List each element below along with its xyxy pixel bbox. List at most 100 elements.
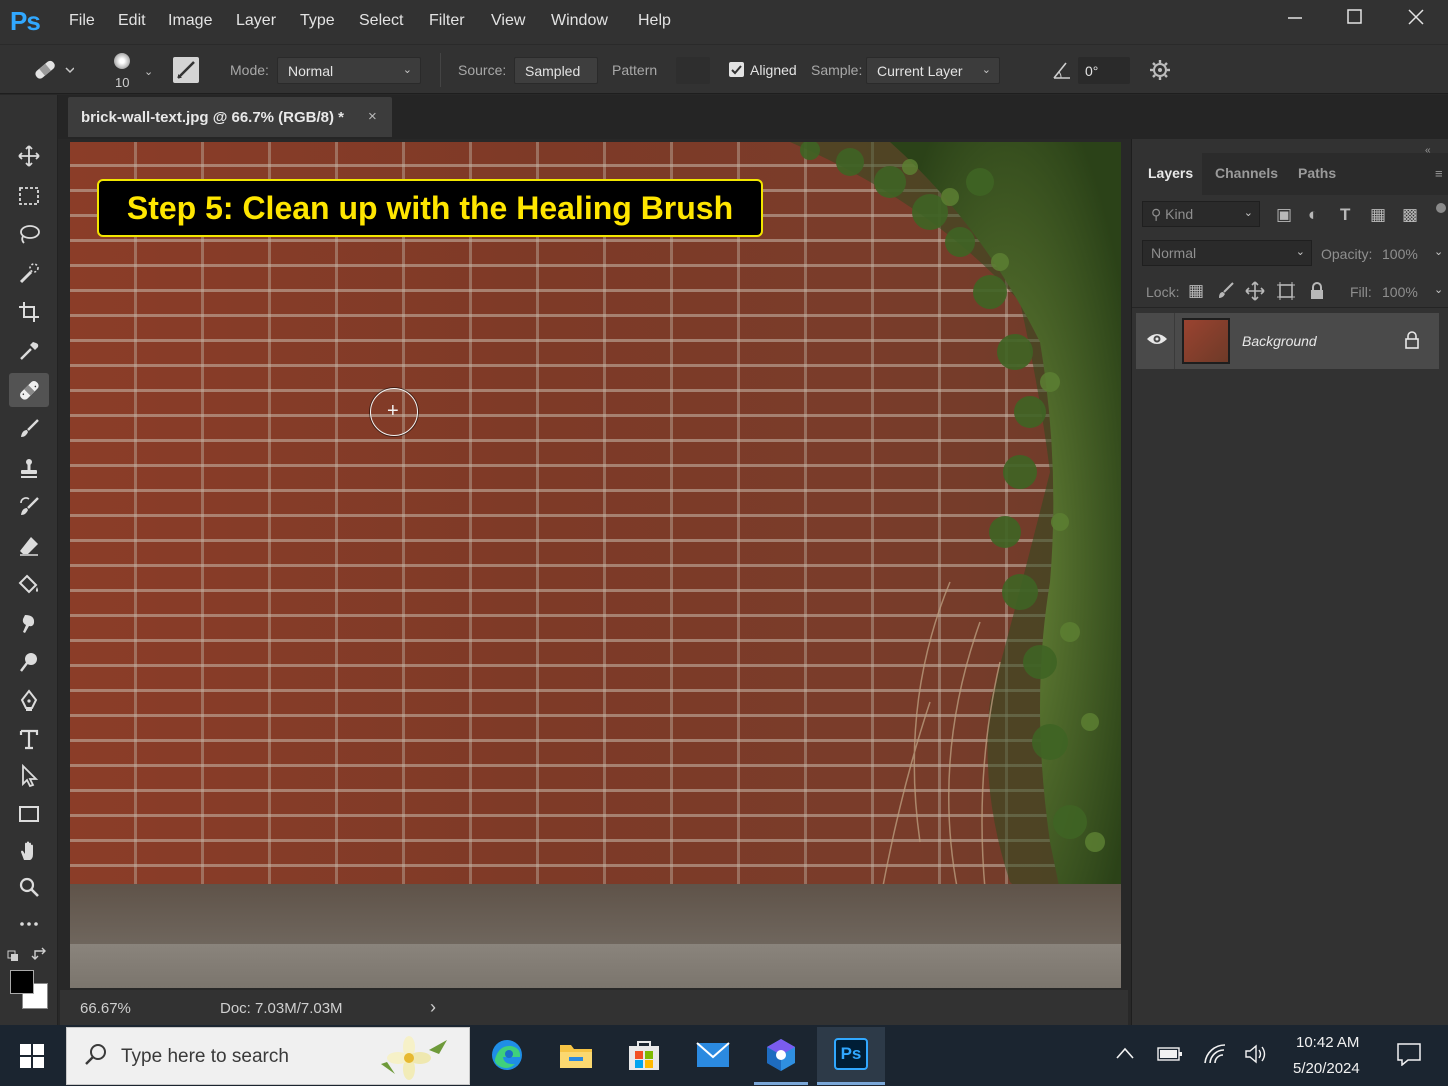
filter-adjustment-icon[interactable]: ◐ — [1308, 205, 1318, 225]
filter-shape-icon[interactable]: ▦ — [1370, 205, 1386, 225]
clone-stamp-tool[interactable] — [9, 451, 49, 485]
tab-channels[interactable]: Channels — [1215, 165, 1278, 181]
close-window-button[interactable] — [1407, 8, 1425, 32]
angle-input[interactable]: 0° — [1078, 57, 1130, 84]
battery-status[interactable] — [1157, 1046, 1183, 1067]
taskbar-app[interactable] — [762, 1036, 800, 1074]
pen-tool[interactable] — [9, 684, 49, 718]
windows-icon — [20, 1044, 44, 1068]
taskbar-file-explorer[interactable] — [557, 1036, 595, 1074]
layer-name[interactable]: Background — [1242, 333, 1317, 349]
taskbar-mail[interactable] — [694, 1036, 732, 1074]
smudge-tool[interactable] — [9, 607, 49, 641]
speaker-icon — [1245, 1044, 1266, 1064]
marquee-tool[interactable] — [9, 179, 49, 213]
show-hidden-icons-button[interactable] — [1115, 1046, 1135, 1065]
pattern-swatch[interactable] — [676, 57, 710, 84]
swap-colors-button[interactable] — [7, 947, 49, 963]
type-tool[interactable] — [9, 722, 49, 756]
menu-edit[interactable]: Edit — [118, 12, 146, 30]
close-tab-icon[interactable]: × — [368, 108, 377, 125]
opacity-value[interactable]: 100% — [1382, 246, 1418, 262]
filter-toggle[interactable] — [1436, 203, 1446, 213]
fill-value[interactable]: 100% — [1382, 284, 1418, 300]
filter-pixel-icon[interactable]: ▣ — [1276, 205, 1292, 225]
chevron-down-icon[interactable]: ⌄ — [1434, 245, 1443, 258]
diffusion-settings-button[interactable] — [1148, 57, 1174, 88]
sample-value: Current Layer — [877, 63, 963, 79]
lock-image-pixels-button[interactable] — [1216, 281, 1236, 306]
start-button[interactable] — [20, 1044, 44, 1073]
blend-mode-dropdown[interactable]: Normal ⌄ — [1142, 240, 1312, 266]
lock-artboard-button[interactable] — [1276, 281, 1296, 306]
chevron-down-icon[interactable]: ⌄ — [1434, 283, 1443, 296]
brush-settings-button[interactable] — [173, 57, 199, 83]
search-highlight-flower-icon — [373, 1034, 453, 1085]
lock-position-button[interactable] — [1245, 281, 1265, 306]
paint-bucket-tool[interactable] — [9, 568, 49, 602]
history-brush-tool[interactable] — [9, 490, 49, 524]
zoom-tool[interactable] — [9, 870, 49, 904]
filter-type-icon[interactable]: T — [1340, 205, 1350, 225]
clock-time[interactable]: 10:42 AM — [1296, 1034, 1359, 1051]
move-tool[interactable] — [9, 139, 49, 173]
source-sampled-button[interactable]: Sampled — [514, 57, 598, 84]
brush-size-picker[interactable]: 10 ⌄ — [104, 51, 153, 91]
menu-type[interactable]: Type — [300, 12, 335, 30]
dodge-tool[interactable] — [9, 645, 49, 679]
taskbar-search-box[interactable]: Type here to search — [66, 1027, 470, 1085]
rectangle-tool[interactable] — [9, 797, 49, 831]
status-menu-arrow[interactable]: › — [430, 997, 436, 1018]
menu-help[interactable]: Help — [638, 12, 671, 30]
menu-file[interactable]: File — [69, 12, 95, 30]
mode-label: Mode: — [230, 62, 269, 78]
menu-window[interactable]: Window — [551, 12, 608, 30]
clock-date[interactable]: 5/20/2024 — [1293, 1060, 1360, 1077]
filter-smart-object-icon[interactable]: ▩ — [1402, 205, 1418, 225]
crop-tool[interactable] — [9, 295, 49, 329]
sample-dropdown[interactable]: Current Layer ⌄ — [866, 57, 1000, 84]
chevron-down-icon: ⌄ — [402, 64, 412, 76]
source-pattern-button[interactable]: Pattern — [612, 62, 657, 78]
taskbar-edge[interactable] — [488, 1036, 526, 1074]
panel-menu-icon[interactable]: ≡ — [1435, 166, 1443, 181]
maximize-button[interactable] — [1346, 8, 1364, 32]
lock-transparent-icon[interactable]: ▦ — [1188, 281, 1204, 301]
layer-filter-dropdown[interactable]: ⚲ Kind ⌄ — [1142, 201, 1260, 227]
wall-foundation — [70, 884, 1121, 944]
brush-tool[interactable] — [9, 412, 49, 446]
collapse-panel-icon[interactable]: « — [1425, 145, 1431, 156]
lasso-tool[interactable] — [9, 217, 49, 251]
menu-view[interactable]: View — [491, 12, 525, 30]
mode-dropdown[interactable]: Normal ⌄ — [277, 57, 421, 84]
layer-lock-icon[interactable] — [1404, 331, 1420, 354]
taskbar-store[interactable] — [625, 1036, 663, 1074]
action-center-button[interactable] — [1396, 1042, 1422, 1071]
tool-preset-picker[interactable] — [30, 56, 75, 89]
menu-layer[interactable]: Layer — [236, 12, 276, 30]
document-tab[interactable]: brick-wall-text.jpg @ 66.7% (RGB/8) * × — [68, 97, 392, 137]
quick-selection-tool[interactable] — [9, 256, 49, 290]
path-selection-tool[interactable] — [9, 759, 49, 793]
network-status[interactable] — [1203, 1043, 1227, 1070]
foreground-color-swatch[interactable] — [10, 970, 34, 994]
zoom-level[interactable]: 66.67% — [80, 1000, 131, 1017]
tab-layers[interactable]: Layers — [1148, 165, 1193, 181]
tab-paths[interactable]: Paths — [1298, 165, 1336, 181]
healing-brush-tool[interactable] — [9, 373, 49, 407]
eyedropper-tool[interactable] — [9, 334, 49, 368]
eraser-tool[interactable] — [9, 529, 49, 563]
layer-visibility-toggle[interactable] — [1146, 331, 1168, 352]
volume-control[interactable] — [1244, 1044, 1268, 1069]
menu-select[interactable]: Select — [359, 12, 403, 30]
hand-tool[interactable] — [9, 834, 49, 868]
minimize-button[interactable] — [1286, 8, 1304, 32]
layer-row[interactable]: Background — [1136, 313, 1439, 369]
menu-filter[interactable]: Filter — [429, 12, 465, 30]
taskbar-photoshop[interactable]: Ps — [817, 1027, 885, 1085]
aligned-checkbox[interactable] — [729, 62, 744, 77]
lock-all-button[interactable] — [1307, 281, 1327, 306]
edit-toolbar-button[interactable] — [9, 907, 49, 941]
menu-image[interactable]: Image — [168, 12, 212, 30]
brick-wall-image[interactable] — [70, 142, 1121, 988]
